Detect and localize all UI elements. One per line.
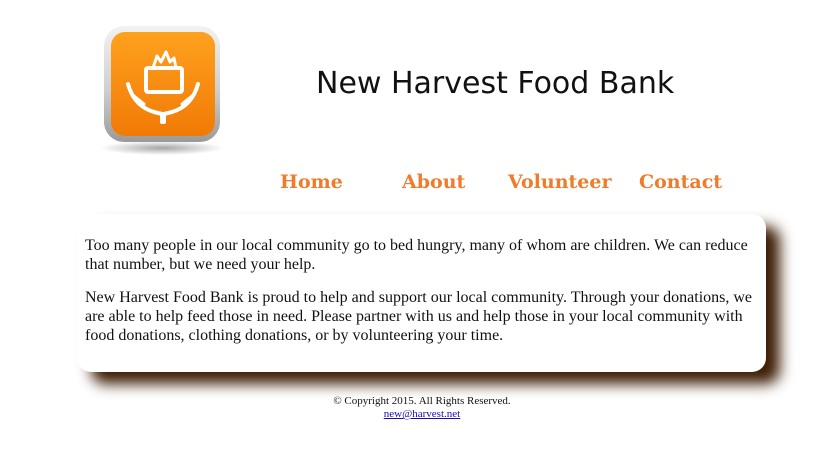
site-title: New Harvest Food Bank [316,66,675,101]
email-link[interactable]: new@harvest.net [384,408,460,420]
intro-paragraph: Too many people in our local community g… [85,237,748,273]
footer: © Copyright 2015. All Rights Reserved. n… [0,395,831,421]
food-bank-logo-icon [98,24,228,156]
nav-link-contact[interactable]: Contact [639,171,722,193]
nav-link-volunteer[interactable]: Volunteer [508,171,611,193]
content-box: Too many people in our local community g… [77,214,766,372]
nav-link-home[interactable]: Home [280,171,343,193]
main-nav: Home About Volunteer Contact [0,171,831,199]
nav-link-about[interactable]: About [402,171,465,193]
page: New Harvest Food Bank Home About Volunte… [0,0,831,449]
copyright-text: © Copyright 2015. All Rights Reserved. [333,395,511,407]
mission-paragraph: New Harvest Food Bank is proud to help a… [85,289,753,344]
